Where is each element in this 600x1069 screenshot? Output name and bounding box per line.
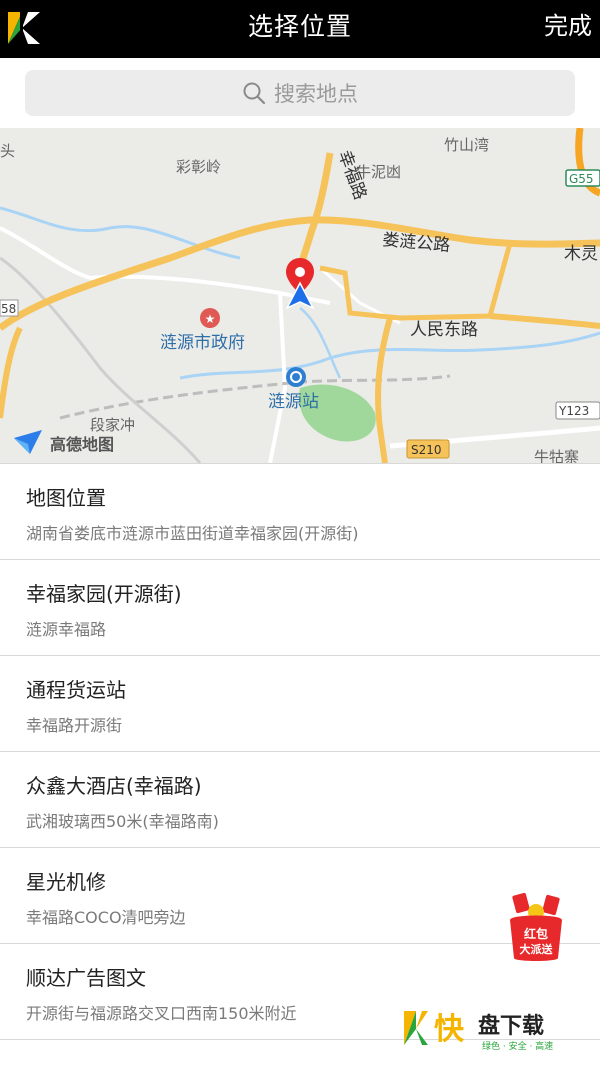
location-address: 湖南省娄底市涟源市蓝田街道幸福家园(开源街) xyxy=(26,524,359,543)
map-label: 涟源市政府 xyxy=(160,333,245,353)
map-label: 竹山湾 xyxy=(444,136,489,154)
promo-line2: 大派送 xyxy=(520,942,554,956)
road-badge-label: S210 xyxy=(411,443,442,457)
location-pin-dot xyxy=(295,267,305,277)
list-item[interactable]: 幸福家园(开源街) 涟源幸福路 xyxy=(0,559,600,655)
svg-text:高德地图: 高德地图 xyxy=(50,435,114,454)
location-name: 通程货运站 xyxy=(26,678,126,702)
road-badge-label: 58 xyxy=(1,302,16,316)
watermark-logo: 快 盘下载 绿色 · 安全 · 高速 xyxy=(404,1011,553,1052)
list-item[interactable]: 通程货运站 幸福路开源街 xyxy=(0,655,600,751)
watermark-slogan: 绿色 · 安全 · 高速 xyxy=(482,1040,553,1052)
location-address: 幸福路COCO清吧旁边 xyxy=(26,908,186,927)
list-item[interactable]: 众鑫大酒店(幸福路) 武湘玻璃西50米(幸福路南) xyxy=(0,751,600,847)
map-label: 涟源站 xyxy=(268,392,319,412)
watermark-brand-rest: 盘下载 xyxy=(478,1013,544,1039)
search-input[interactable]: 搜索地点 xyxy=(25,70,575,116)
map-label: 彩彰岭 xyxy=(176,158,221,176)
search-placeholder: 搜索地点 xyxy=(274,82,358,106)
location-name: 顺达广告图文 xyxy=(26,966,146,990)
map-label: 人民东路 xyxy=(410,320,478,340)
location-address: 涟源幸福路 xyxy=(26,620,107,639)
map-label: 木灵 xyxy=(564,244,598,264)
watermark-brand-first: 快 xyxy=(434,1012,465,1047)
promo-line1: 红包 xyxy=(524,926,548,941)
location-name: 星光机修 xyxy=(26,870,106,894)
road-badge-label: G55 xyxy=(569,172,594,186)
road-badge-label: Y123 xyxy=(558,404,589,418)
page-title: 选择位置 xyxy=(247,12,352,41)
star-icon: ★ xyxy=(205,312,216,326)
search-icon xyxy=(243,82,266,105)
map-label: 头 xyxy=(0,142,15,160)
location-address: 开源街与福源路交叉口西南150米附近 xyxy=(26,1004,297,1023)
top-bar: 选择位置 完成 xyxy=(0,0,600,58)
map-label: 段家冲 xyxy=(90,416,135,434)
location-address: 武湘玻璃西50米(幸福路南) xyxy=(26,812,219,831)
done-button[interactable]: 完成 xyxy=(544,0,592,58)
station-icon xyxy=(286,367,306,387)
red-packet-promo-icon[interactable]: 红包 大派送 xyxy=(500,890,572,966)
location-name: 地图位置 xyxy=(26,486,106,510)
search-bar: 搜索地点 xyxy=(0,58,600,128)
location-list: 地图位置 湖南省娄底市涟源市蓝田街道幸福家园(开源街) 幸福家园(开源街) 涟源… xyxy=(0,463,600,1069)
map-label: 牛牯寨 xyxy=(534,448,579,463)
location-name: 幸福家园(开源街) xyxy=(26,582,182,606)
list-item[interactable]: 地图位置 湖南省娄底市涟源市蓝田街道幸福家园(开源街) xyxy=(0,463,600,559)
location-address: 幸福路开源街 xyxy=(26,716,123,735)
location-name: 众鑫大酒店(幸福路) xyxy=(26,774,202,798)
map-view[interactable]: 彩彰岭 竹山湾 牛泥凼 段家冲 牛牯寨 头 娄涟公路 木灵 人民东路 幸福路 ★… xyxy=(0,128,600,463)
